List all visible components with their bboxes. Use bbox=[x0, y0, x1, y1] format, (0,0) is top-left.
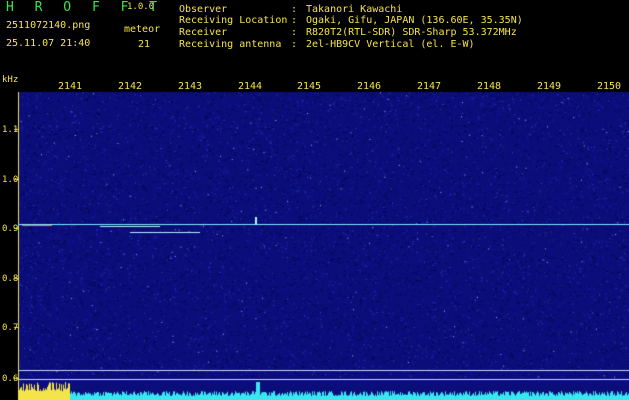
location-value: Ogaki, Gifu, JAPAN (136.60E, 35.35N) bbox=[306, 15, 523, 26]
file-name: 2511072140.png bbox=[6, 20, 91, 31]
x-tick-label: 2149 bbox=[537, 81, 562, 92]
y-tick-label: 0.7 bbox=[2, 323, 19, 333]
y-tick-label: 0.6 bbox=[2, 374, 19, 384]
y-tick-label: 1.0 bbox=[2, 175, 19, 185]
x-tick-label: 2146 bbox=[357, 81, 382, 92]
x-tick-label: 2145 bbox=[297, 81, 322, 92]
x-tick-label: 2144 bbox=[238, 81, 263, 92]
x-tick-label: 2142 bbox=[118, 81, 143, 92]
spectrogram-waterfall bbox=[0, 75, 629, 400]
y-tick-label: 1.1 bbox=[2, 125, 19, 135]
antenna-sep: : bbox=[291, 39, 298, 50]
observer-sep: : bbox=[291, 4, 298, 15]
observer-value: Takanori Kawachi bbox=[306, 4, 403, 15]
y-axis-unit: kHz bbox=[2, 75, 19, 85]
meteor-label: meteor bbox=[124, 24, 161, 35]
observer-label: Observer bbox=[179, 4, 228, 15]
x-tick-label: 2147 bbox=[417, 81, 442, 92]
x-tick-label: 2141 bbox=[58, 81, 83, 92]
x-tick-label: 2143 bbox=[178, 81, 203, 92]
location-label: Receiving Location bbox=[179, 15, 288, 26]
timestamp: 25.11.07 21:40 bbox=[6, 38, 91, 49]
app-version: 1.0.0 bbox=[127, 2, 155, 12]
x-tick-label: 2148 bbox=[477, 81, 502, 92]
receiver-value: R820T2(RTL-SDR) SDR-Sharp 53.372MHz bbox=[306, 27, 517, 38]
location-sep: : bbox=[291, 15, 298, 26]
receiver-sep: : bbox=[291, 27, 298, 38]
y-tick-label: 0.9 bbox=[2, 224, 19, 234]
meteor-count: 21 bbox=[138, 39, 151, 50]
header-panel: H R O F F T 1.0.0 2511072140.png meteor … bbox=[0, 0, 629, 75]
receiver-label: Receiver bbox=[179, 27, 228, 38]
y-tick-label: 0.8 bbox=[2, 274, 19, 284]
x-tick-label: 2150 bbox=[597, 81, 622, 92]
antenna-label: Receiving antenna bbox=[179, 39, 282, 50]
antenna-value: 2el-HB9CV Vertical (el. E-W) bbox=[306, 39, 475, 50]
